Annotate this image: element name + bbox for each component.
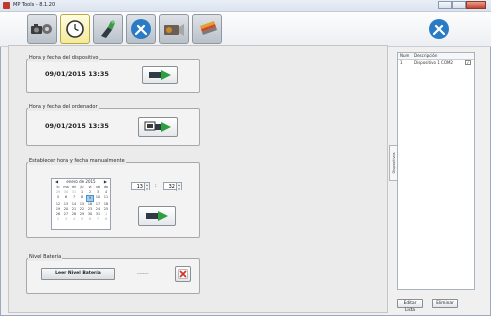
- send-pc-time-button[interactable]: [138, 117, 178, 137]
- device-sync-icon: [146, 211, 168, 221]
- time-separator: :: [155, 183, 157, 189]
- minimize-button[interactable]: [438, 1, 452, 9]
- minute-stepper-arrows[interactable]: ▴ ▾: [176, 183, 181, 191]
- tab-paint[interactable]: [192, 14, 222, 44]
- projector-icon: [164, 24, 184, 36]
- minute-value: 32: [168, 184, 175, 190]
- calendar-day[interactable]: 6: [86, 217, 94, 222]
- camera-gear-icon: [31, 24, 52, 34]
- pc-to-device-icon: [144, 121, 171, 132]
- calendar-day[interactable]: 5: [54, 195, 62, 202]
- maximize-button[interactable]: [452, 1, 466, 9]
- battery-legend: Nivel Batería: [28, 254, 63, 261]
- row-num: 1: [400, 60, 403, 65]
- error-x-icon: [178, 269, 188, 279]
- settings-icon-button[interactable]: [426, 16, 452, 42]
- edit-list-button[interactable]: Editar Lista: [397, 299, 423, 313]
- title-bar: [0, 0, 491, 12]
- device-sync-icon: [149, 70, 171, 80]
- tab-date-time[interactable]: [60, 14, 90, 44]
- row-checkbox[interactable]: ✓: [465, 60, 471, 65]
- minute-stepper[interactable]: 32 ▴ ▾: [163, 182, 182, 191]
- window-title: MP Tools - 8.1.20: [13, 2, 56, 8]
- pc-time-value: 09/01/2015 13:35: [45, 122, 109, 130]
- tab-device-config[interactable]: [93, 14, 123, 44]
- clock-icon: [66, 20, 84, 38]
- wrench-screwdriver-icon: [131, 19, 151, 39]
- devices-side-tab[interactable]: Dispositivos: [389, 145, 397, 181]
- calendar[interactable]: ◀ enero de 2015 ▶ lu ma mi ju vi sá do 2…: [51, 178, 111, 230]
- device-icon: [101, 20, 115, 38]
- device-time-value: 09/01/2015 13:35: [45, 70, 109, 78]
- app-icon: [3, 2, 10, 9]
- tab-projector[interactable]: [159, 14, 189, 44]
- read-battery-button[interactable]: Leer Nivel Batería: [41, 268, 115, 280]
- delete-button[interactable]: Eliminar: [432, 299, 458, 308]
- calendar-day[interactable]: 8: [102, 217, 110, 222]
- battery-value: --------: [137, 271, 149, 276]
- calendar-day[interactable]: 3: [62, 217, 70, 222]
- set-manual-time-button[interactable]: [138, 206, 176, 226]
- calendar-day[interactable]: 8: [78, 195, 86, 202]
- pc-time-legend: Hora y fecha del ordenador: [28, 104, 99, 111]
- hour-stepper[interactable]: 13 ▴ ▾: [131, 182, 150, 191]
- calendar-day[interactable]: 6: [62, 195, 70, 202]
- calendar-next-icon[interactable]: ▶: [104, 179, 107, 185]
- hour-stepper-arrows[interactable]: ▴ ▾: [144, 183, 149, 191]
- device-table: Num Descripción 1 Dispositivo 1 COM2 ✓: [397, 52, 475, 290]
- hour-value: 13: [136, 184, 143, 190]
- calendar-day[interactable]: 7: [94, 217, 102, 222]
- calendar-day[interactable]: 4: [70, 217, 78, 222]
- calendar-day[interactable]: 5: [78, 217, 86, 222]
- tab-tools[interactable]: [126, 14, 156, 44]
- calendar-month[interactable]: enero de 2015: [52, 179, 110, 185]
- paint-brush-icon: [200, 21, 217, 35]
- calendar-day[interactable]: 2: [54, 217, 62, 222]
- calendar-prev-icon[interactable]: ◀: [55, 179, 58, 185]
- calendar-day[interactable]: 11: [102, 195, 110, 202]
- calendar-day[interactable]: 7: [70, 195, 78, 202]
- column-header-num[interactable]: Num: [400, 53, 409, 58]
- manual-time-legend: Establecer hora y fecha manualmente: [28, 158, 126, 165]
- tools-icon: [429, 19, 449, 39]
- calendar-day[interactable]: 10: [94, 195, 102, 202]
- tab-camera-settings[interactable]: [27, 14, 57, 44]
- read-device-time-button[interactable]: [142, 66, 178, 84]
- column-header-description[interactable]: Descripción: [414, 53, 437, 58]
- table-row[interactable]: 1 Dispositivo 1 COM2 ✓: [398, 60, 474, 66]
- row-description: Dispositivo 1 COM2: [414, 60, 453, 65]
- calendar-grid: lu ma mi ju vi sá do 29 30 31 1 2 3 4 5 …: [54, 185, 110, 222]
- calendar-day-selected[interactable]: 9: [86, 195, 94, 202]
- devices-side-tab-label: Dispositivos: [392, 152, 396, 174]
- close-button[interactable]: [466, 1, 486, 9]
- device-time-legend: Hora y fecha del dispositivo: [28, 55, 100, 62]
- battery-status-button[interactable]: [175, 266, 191, 282]
